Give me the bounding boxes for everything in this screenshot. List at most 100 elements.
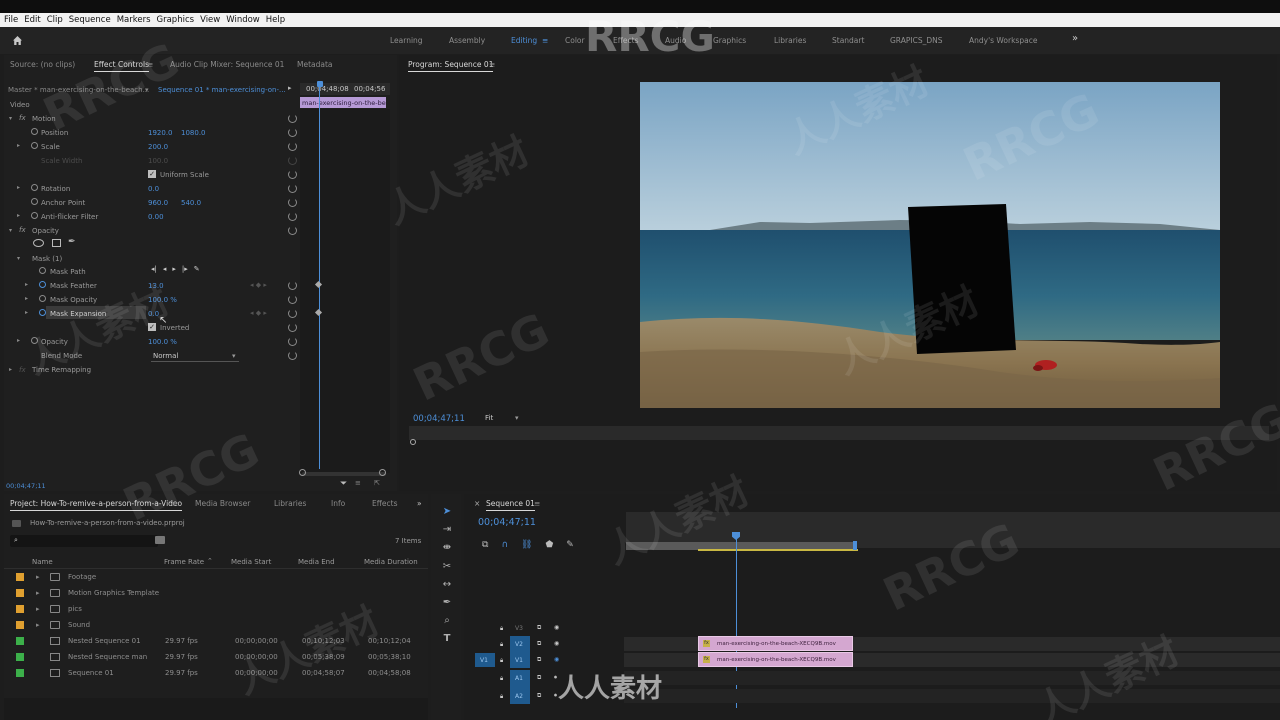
project-item-row[interactable]: ▸ Motion Graphics Template xyxy=(0,585,420,601)
workspace-audio[interactable]: Audio xyxy=(665,36,686,45)
project-item-row[interactable]: ▸ pics xyxy=(0,601,420,617)
project-item-row[interactable]: ▸ Sound xyxy=(0,617,420,633)
tab-libraries[interactable]: Libraries xyxy=(274,499,306,508)
lock-icon[interactable]: 🔒︎ xyxy=(500,657,503,665)
ec-playhead[interactable] xyxy=(319,85,320,469)
sync-lock-icon[interactable]: ⧉ xyxy=(537,674,541,682)
stopwatch-mask-path-icon[interactable] xyxy=(39,267,46,274)
fit-select[interactable]: Fit xyxy=(485,414,493,422)
mask-expansion-expand-icon[interactable]: ▸ xyxy=(25,309,28,316)
column-name[interactable]: Name xyxy=(32,558,53,566)
slip-tool-icon[interactable]: ↔ xyxy=(441,579,453,591)
work-area-end-handle[interactable] xyxy=(853,541,857,550)
scale-expand-icon[interactable]: ▸ xyxy=(17,142,20,149)
menu-graphics[interactable]: Graphics xyxy=(157,15,195,25)
reset-mask-feather-icon[interactable] xyxy=(288,281,297,290)
ec-zoom-handle-right[interactable] xyxy=(379,469,386,476)
track-label-v1[interactable]: V1 xyxy=(515,657,523,664)
sync-lock-icon[interactable]: ⧉ xyxy=(537,640,541,648)
position-y-value[interactable]: 1080.0 xyxy=(181,129,206,137)
folder-expand-icon[interactable]: ▸ xyxy=(36,621,40,629)
master-clip-selector[interactable]: Master * man-exercising-on-the-beach... xyxy=(8,86,149,94)
blend-mode-select[interactable]: Normal xyxy=(153,352,178,360)
anchor-y-value[interactable]: 540.0 xyxy=(181,199,201,207)
label-color-swatch[interactable] xyxy=(16,669,24,677)
track-label-v3[interactable]: V3 xyxy=(515,625,523,632)
mask-opacity-value[interactable]: 100.0 % xyxy=(148,296,177,304)
track-backward-one-icon[interactable]: ◂| xyxy=(151,265,157,273)
sync-lock-icon[interactable]: ⧉ xyxy=(537,624,541,632)
panel-menu-icon[interactable]: ≡ xyxy=(147,60,153,69)
tab-effect-controls[interactable]: Effect Controls xyxy=(94,60,149,72)
mask-expansion-value[interactable]: 0.0 xyxy=(148,310,159,318)
opacity-expand-icon[interactable]: ▸ xyxy=(17,337,20,344)
antiflicker-value[interactable]: 0.00 xyxy=(148,213,164,221)
tab-source[interactable]: Source: (no clips) xyxy=(10,60,75,69)
timeline-settings-wrench-icon[interactable]: ✎ xyxy=(566,540,574,550)
track-lane-a1[interactable] xyxy=(624,671,1280,685)
program-playhead-handle[interactable] xyxy=(410,439,416,445)
folder-expand-icon[interactable]: ▸ xyxy=(36,589,40,597)
rotation-expand-icon[interactable]: ▸ xyxy=(17,184,20,191)
stopwatch-position-icon[interactable] xyxy=(31,128,38,135)
sequence-clip-selector[interactable]: Sequence 01 * man-exercising-on-... xyxy=(158,86,286,94)
rectangle-mask-icon[interactable] xyxy=(52,239,61,247)
menu-file[interactable]: File xyxy=(4,15,18,25)
inverted-checkbox[interactable]: ✓ xyxy=(148,323,156,331)
column-media-start[interactable]: Media Start xyxy=(231,558,271,566)
clip-v2[interactable]: fx man-exercising-on-the-beach-XECQ9B.mov xyxy=(698,636,853,651)
track-label-a2[interactable]: A2 xyxy=(515,693,523,700)
microphone-icon[interactable]: ⏺ xyxy=(554,674,557,682)
sort-ascending-icon[interactable]: ⌃ xyxy=(207,557,213,565)
lock-icon[interactable]: 🔒︎ xyxy=(500,625,503,633)
program-video-frame[interactable] xyxy=(640,82,1220,408)
reset-scale-icon[interactable] xyxy=(288,142,297,151)
lock-icon[interactable]: 🔒︎ xyxy=(500,693,503,701)
workspace-libraries[interactable]: Libraries xyxy=(774,36,806,45)
ec-playhead-handle[interactable] xyxy=(317,81,323,87)
uniform-scale-checkbox[interactable]: ✓ xyxy=(148,170,156,178)
track-forward-icon[interactable]: ▸ xyxy=(172,265,176,273)
pen-tool-icon[interactable]: ✒ xyxy=(441,597,453,609)
reset-blend-icon[interactable] xyxy=(288,351,297,360)
mask-opacity-expand-icon[interactable]: ▸ xyxy=(25,295,28,302)
scale-value[interactable]: 200.0 xyxy=(148,143,168,151)
close-icon[interactable]: × xyxy=(474,499,480,508)
menu-window[interactable]: Window xyxy=(226,15,260,25)
sync-lock-icon[interactable]: ⧉ xyxy=(537,656,541,664)
track-backward-icon[interactable]: ◂ xyxy=(163,265,167,273)
filter-icon[interactable]: ⏷ xyxy=(340,479,347,489)
reset-rotation-icon[interactable] xyxy=(288,184,297,193)
home-icon[interactable] xyxy=(12,35,23,46)
project-item-row[interactable]: Nested Sequence 01 29.97 fps 00;00;00;00 00… xyxy=(0,633,420,649)
reset-mask-expansion-icon[interactable] xyxy=(288,309,297,318)
workspace-standart[interactable]: Standart xyxy=(832,36,864,45)
menu-sequence[interactable]: Sequence xyxy=(69,15,111,25)
folder-expand-icon[interactable]: ▸ xyxy=(36,573,40,581)
zoom-tool-icon[interactable]: ⌕ xyxy=(441,615,453,627)
track-forward-one-icon[interactable]: |▸ xyxy=(182,265,188,273)
stopwatch-mask-opacity-icon[interactable] xyxy=(39,295,46,302)
chevron-down-icon[interactable]: ▾ xyxy=(232,352,236,360)
workspace-assembly[interactable]: Assembly xyxy=(449,36,485,45)
program-scrub-bar[interactable] xyxy=(409,426,1269,440)
ec-menu-icon[interactable]: ≡ xyxy=(355,479,361,487)
opacity-section-expand-icon[interactable]: ▾ xyxy=(9,227,12,234)
ec-keyframe-area[interactable] xyxy=(300,109,390,473)
snap-icon[interactable]: ∩ xyxy=(501,540,508,550)
eye-icon[interactable]: ◉ xyxy=(554,624,559,631)
lock-icon[interactable]: 🔒︎ xyxy=(500,641,503,649)
reset-opacity-section-icon[interactable] xyxy=(288,226,297,235)
label-color-swatch[interactable] xyxy=(16,653,24,661)
keyframe-nav-icon[interactable]: ◂ ◆ ▸ xyxy=(250,309,267,317)
menu-help[interactable]: Help xyxy=(266,15,285,25)
project-search-input[interactable] xyxy=(10,535,158,547)
reset-uniform-scale-icon[interactable] xyxy=(288,170,297,179)
timeline-timecode[interactable]: 00;04;47;11 xyxy=(478,517,536,528)
workspace-grapics-dns[interactable]: GRAPICS_DNS xyxy=(890,36,942,45)
type-tool-icon[interactable]: T xyxy=(441,633,453,645)
project-item-row[interactable]: Sequence 01 29.97 fps 00;00;00;00 00;04;58;… xyxy=(0,665,420,681)
ripple-edit-tool-icon[interactable]: ⇼ xyxy=(441,542,453,554)
tab-project[interactable]: Project: How-To-remive-a-person-from-a-V… xyxy=(10,499,183,511)
label-color-swatch[interactable] xyxy=(16,621,24,629)
